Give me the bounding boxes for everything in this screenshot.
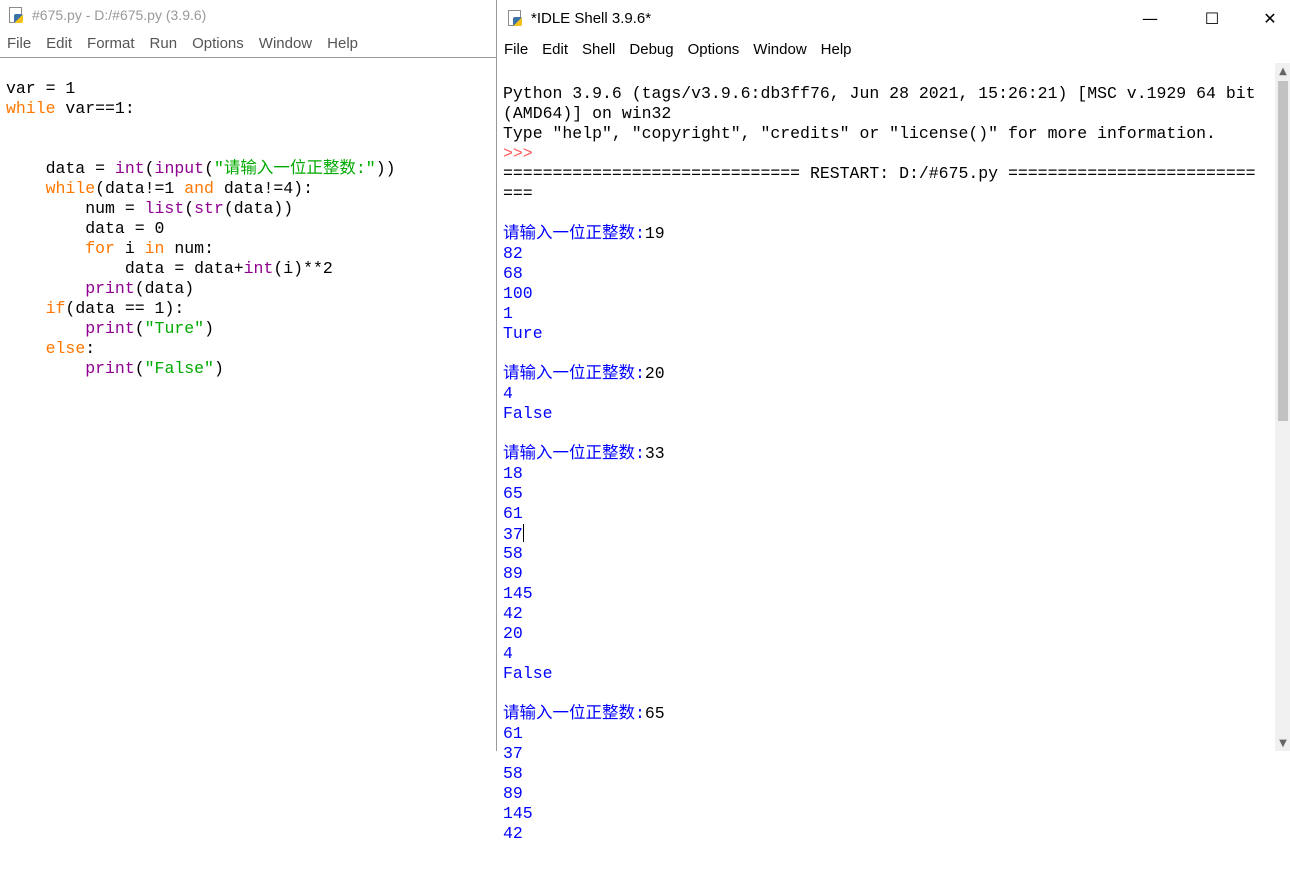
editor-menu-file[interactable]: File — [7, 35, 31, 52]
output-line: 4 — [503, 644, 513, 663]
output-line: False — [503, 664, 553, 683]
code-line: print("Ture") — [85, 319, 214, 338]
shell-menu-edit[interactable]: Edit — [542, 41, 568, 58]
output-line: 42 — [503, 604, 523, 623]
output-line: 20 — [503, 624, 523, 643]
shell-menu-window[interactable]: Window — [753, 41, 806, 58]
shell-banner-line: Type "help", "copyright", "credits" or "… — [503, 124, 1216, 143]
shell-menu-debug[interactable]: Debug — [629, 41, 673, 58]
minimize-icon: — — [1142, 8, 1158, 28]
output-line: 89 — [503, 784, 523, 803]
python-file-icon — [8, 7, 24, 23]
output-line: 37 — [503, 744, 523, 763]
output-line: 61 — [503, 724, 523, 743]
minimize-button[interactable]: — — [1121, 0, 1179, 36]
shell-scrollbar[interactable]: ▲ ▼ — [1275, 63, 1290, 751]
code-line: while(data!=1 and data!=4): — [45, 179, 313, 198]
input-line: 请输入一位正整数:20 — [503, 364, 665, 383]
output-line: 1 — [503, 304, 513, 323]
code-line: data = 0 — [6, 219, 165, 238]
shell-banner-line: (AMD64)] on win32 — [503, 104, 672, 123]
code-line: if(data == 1): — [45, 299, 185, 318]
output-line: 68 — [503, 264, 523, 283]
restart-line: ============================== RESTART: … — [503, 164, 1256, 183]
output-line: 58 — [503, 764, 523, 783]
code-line: for i in num: — [85, 239, 214, 258]
output-line: 145 — [503, 804, 533, 823]
output-line: 145 — [503, 584, 533, 603]
input-line: 请输入一位正整数:19 — [503, 224, 665, 243]
input-line: 请输入一位正整数:33 — [503, 444, 665, 463]
code-line: num = list(str(data)) — [6, 199, 294, 218]
editor-menu-window[interactable]: Window — [259, 35, 312, 52]
shell-output-area[interactable]: Python 3.9.6 (tags/v3.9.6:db3ff76, Jun 2… — [503, 64, 1273, 884]
text-cursor — [522, 524, 524, 542]
python-shell-icon — [507, 10, 523, 26]
input-line: 请输入一位正整数:65 — [503, 704, 665, 723]
restart-line: === — [503, 184, 533, 203]
shell-menu-shell[interactable]: Shell — [582, 41, 615, 58]
close-icon: ✕ — [1263, 8, 1277, 28]
output-line: 18 — [503, 464, 523, 483]
output-line: 89 — [503, 564, 523, 583]
editor-title: #675.py - D:/#675.py (3.9.6) — [32, 7, 207, 23]
output-line: 82 — [503, 244, 523, 263]
output-line: 42 — [503, 824, 523, 843]
code-line: while var==1: — [6, 99, 135, 118]
editor-window: #675.py - D:/#675.py (3.9.6) File Edit F… — [0, 0, 497, 751]
shell-banner-line: Python 3.9.6 (tags/v3.9.6:db3ff76, Jun 2… — [503, 84, 1256, 103]
output-line: 61 — [503, 504, 523, 523]
shell-prompt: >>> — [503, 144, 533, 163]
shell-window: *IDLE Shell 3.9.6* — ☐ ✕ File Edit Shell… — [496, 0, 1290, 843]
shell-title: *IDLE Shell 3.9.6* — [531, 9, 652, 27]
editor-menu-edit[interactable]: Edit — [46, 35, 72, 52]
code-line: data = int(input("请输入一位正整数:")) — [6, 159, 396, 178]
output-line: 65 — [503, 484, 523, 503]
output-line: 58 — [503, 544, 523, 563]
code-line: data = data+int(i)**2 — [6, 259, 333, 278]
output-line: 37 — [503, 524, 524, 544]
editor-menu-help[interactable]: Help — [327, 35, 358, 52]
editor-menubar: File Edit Format Run Options Window Help — [0, 30, 497, 58]
code-editor-text[interactable]: var = 1 while var==1: data = int(input("请… — [6, 59, 396, 419]
output-line: 100 — [503, 284, 533, 303]
close-button[interactable]: ✕ — [1241, 0, 1290, 36]
shell-menu-options[interactable]: Options — [688, 41, 740, 58]
scroll-up-icon[interactable]: ▲ — [1275, 63, 1290, 79]
maximize-icon: ☐ — [1204, 8, 1220, 28]
shell-menubar: File Edit Shell Debug Options Window Hel… — [497, 36, 1290, 62]
maximize-button[interactable]: ☐ — [1183, 0, 1241, 36]
editor-menu-run[interactable]: Run — [150, 35, 178, 52]
code-line: print(data) — [85, 279, 195, 298]
editor-menu-options[interactable]: Options — [192, 35, 244, 52]
code-line: var = 1 — [6, 79, 76, 98]
code-line: print("False") — [85, 359, 224, 378]
code-line: else: — [45, 339, 96, 358]
editor-titlebar[interactable]: #675.py - D:/#675.py (3.9.6) — [0, 0, 497, 30]
shell-menu-file[interactable]: File — [504, 41, 528, 58]
scrollbar-thumb[interactable] — [1278, 81, 1288, 421]
output-line: Ture — [503, 324, 543, 343]
shell-menu-help[interactable]: Help — [821, 41, 852, 58]
output-line: False — [503, 404, 553, 423]
output-line: 4 — [503, 384, 513, 403]
editor-menu-format[interactable]: Format — [87, 35, 135, 52]
scroll-down-icon[interactable]: ▼ — [1275, 735, 1290, 751]
